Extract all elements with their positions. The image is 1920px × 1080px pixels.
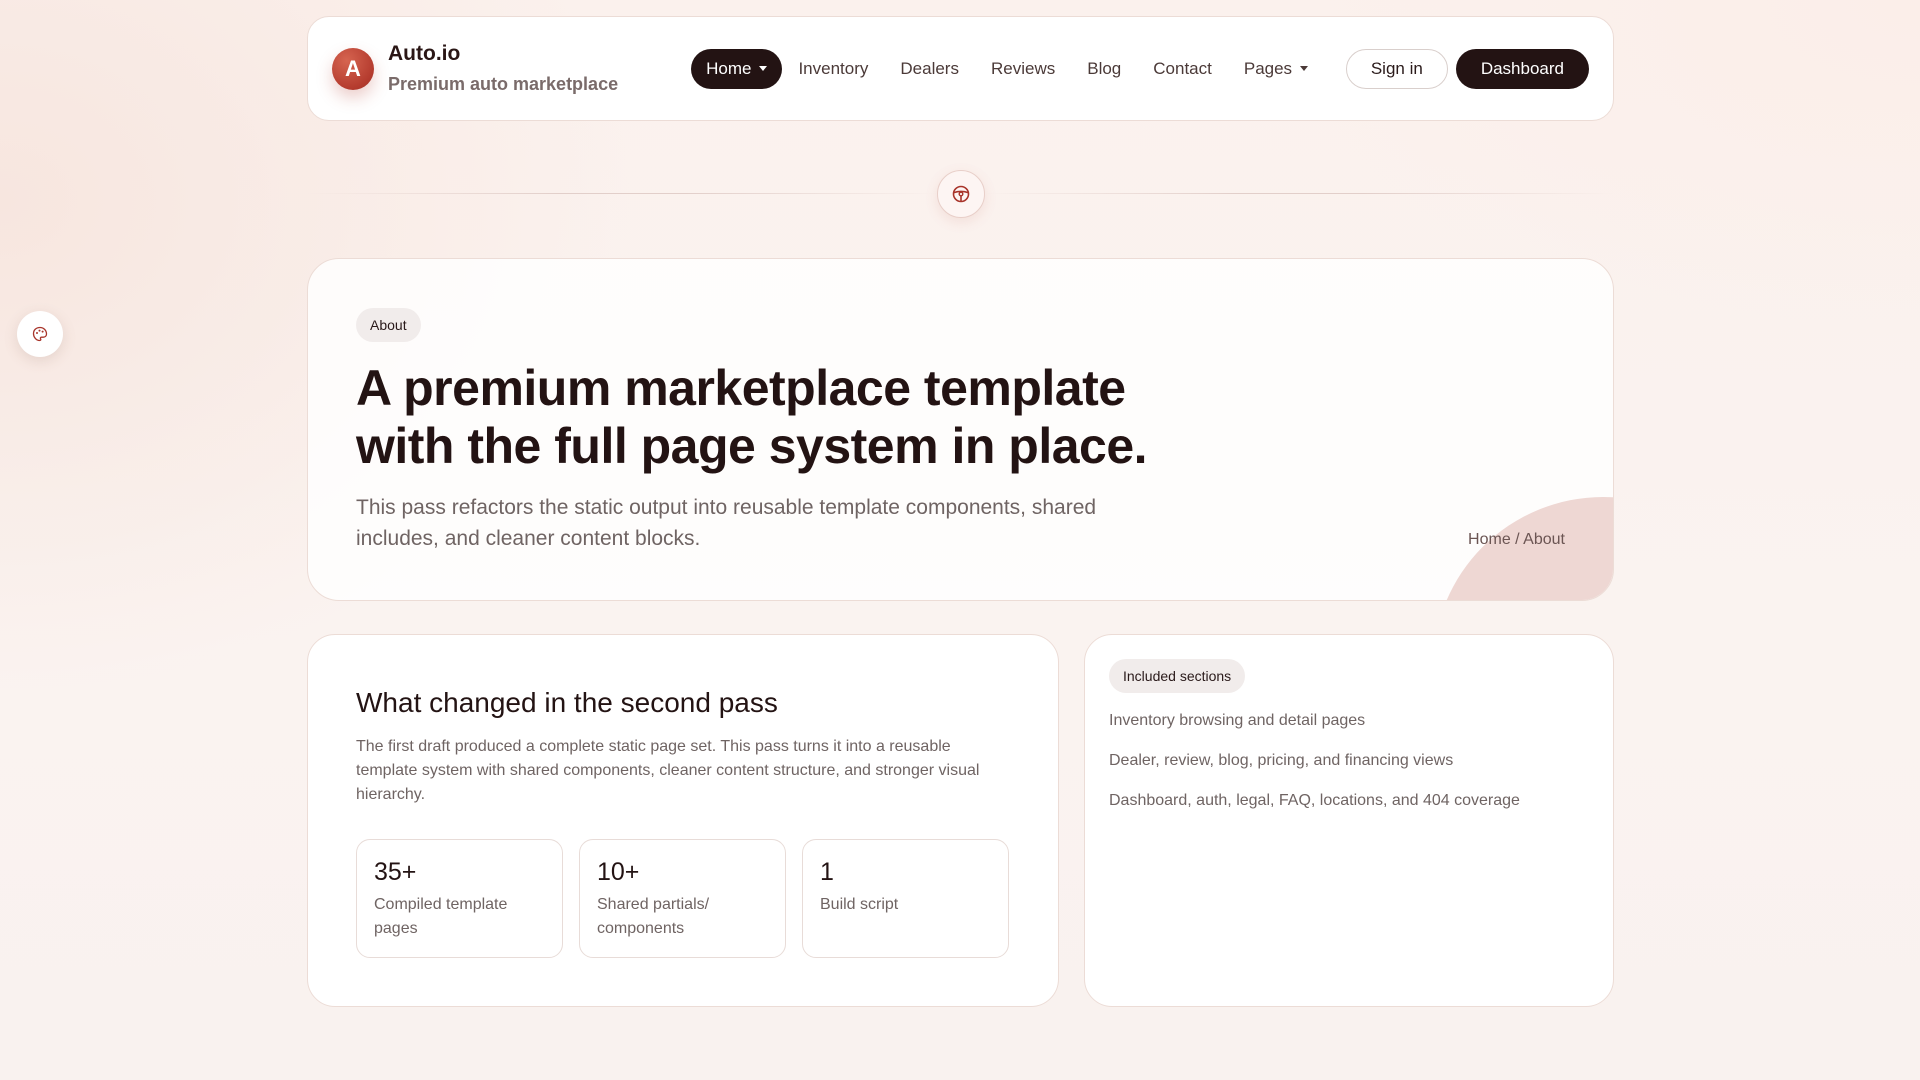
changes-card: What changed in the second pass The firs… <box>307 634 1059 1007</box>
nav-item-blog[interactable]: Blog <box>1071 49 1137 89</box>
dashboard-button[interactable]: Dashboard <box>1455 48 1589 89</box>
palette-icon <box>32 326 48 342</box>
page-title-line: with the full page system in place. <box>356 418 1148 474</box>
divider-line <box>307 193 937 194</box>
nav-item-label: Blog <box>1087 58 1122 78</box>
nav-item-pages[interactable]: Pages <box>1228 49 1324 89</box>
nav-item-inventory[interactable]: Inventory <box>782 49 884 89</box>
nav-item-label: Reviews <box>990 58 1056 78</box>
main-nav: Home Inventory Dealers Reviews Blog Cont… <box>691 48 1324 89</box>
brand-tagline: Premium auto marketplace <box>388 74 619 94</box>
nav-item-label: Home <box>706 58 752 78</box>
brand[interactable]: A Auto.io Premium auto marketplace <box>332 42 618 95</box>
stat-card: 35+ Compiled template pages <box>356 839 563 958</box>
stat-card: 1 Build script <box>802 839 1009 958</box>
stat-card: 10+ Shared partials/ components <box>579 839 786 958</box>
divider-badge <box>937 170 985 218</box>
sign-in-button[interactable]: Sign in <box>1345 48 1448 89</box>
breadcrumb[interactable]: Home / About <box>1468 531 1565 549</box>
about-hero: About A premium marketplace template wit… <box>307 258 1614 601</box>
chevron-down-icon <box>759 66 768 71</box>
nav-item-dealers[interactable]: Dealers <box>884 49 975 89</box>
stats-row: 35+ Compiled template pages 10+ Shared p… <box>356 839 1009 958</box>
decorative-blob <box>1433 497 1613 600</box>
steering-wheel-icon <box>952 185 970 203</box>
included-sections-list: Inventory browsing and detail pages Deal… <box>1109 711 1520 831</box>
brand-name: Auto.io <box>388 42 461 65</box>
nav-item-label: Contact <box>1153 58 1212 78</box>
stat-value: 10+ <box>597 858 640 886</box>
list-item: Dashboard, auth, legal, FAQ, locations, … <box>1109 792 1520 809</box>
stat-value: 1 <box>820 858 834 886</box>
stat-label: Shared partials/ components <box>597 896 710 937</box>
top-navbar: A Auto.io Premium auto marketplace Home … <box>307 16 1614 121</box>
changes-title: What changed in the second pass <box>356 687 778 718</box>
nav-item-home[interactable]: Home <box>691 48 783 89</box>
list-item: Dealer, review, blog, pricing, and finan… <box>1109 752 1454 769</box>
divider-line <box>985 193 1614 194</box>
stat-value: 35+ <box>374 858 417 886</box>
nav-item-contact[interactable]: Contact <box>1137 49 1228 89</box>
nav-actions: Sign in Dashboard <box>1345 48 1589 89</box>
changes-description: The first draft produced a complete stat… <box>356 738 980 803</box>
nav-item-reviews[interactable]: Reviews <box>975 49 1071 89</box>
list-item: Inventory browsing and detail pages <box>1109 712 1366 729</box>
nav-item-label: Pages <box>1243 58 1293 78</box>
chevron-down-icon <box>1300 66 1309 71</box>
brand-logo: A <box>332 47 374 90</box>
theme-palette-button[interactable] <box>17 311 63 357</box>
about-badge: About <box>356 308 421 342</box>
stat-label: Build script <box>820 896 899 913</box>
included-sections-badge: Included sections <box>1109 659 1246 693</box>
nav-item-label: Dealers <box>900 58 959 78</box>
stat-label: Compiled template pages <box>374 896 508 937</box>
nav-item-label: Inventory <box>798 58 869 78</box>
included-sections-card: Included sections Inventory browsing and… <box>1084 634 1614 1007</box>
page-title-line: A premium marketplace template <box>356 360 1126 416</box>
page-title: A premium marketplace template with the … <box>356 359 1256 475</box>
page-subtitle: This pass refactors the static output in… <box>356 496 1097 550</box>
